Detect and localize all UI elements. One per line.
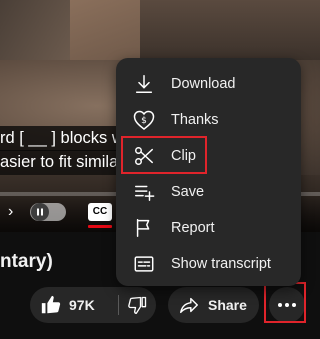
transcript-icon <box>132 252 156 276</box>
dislike-button[interactable] <box>120 287 156 323</box>
menu-item-save[interactable]: Save <box>116 174 301 210</box>
autoplay-toggle[interactable] <box>30 203 66 221</box>
menu-item-clip[interactable]: Clip <box>116 138 301 174</box>
thanks-heart-dollar-icon: $ <box>132 108 156 132</box>
menu-item-label: Clip <box>171 148 196 164</box>
scissors-icon <box>132 144 156 168</box>
add-to-playlist-icon <box>132 180 156 204</box>
menu-item-show-transcript[interactable]: Show transcript <box>116 246 301 282</box>
menu-item-label: Show transcript <box>171 256 271 272</box>
video-frame-wall <box>140 0 320 60</box>
like-divider <box>118 295 119 315</box>
menu-item-label: Report <box>171 220 215 236</box>
thumbs-up-icon <box>41 295 61 314</box>
caption-line-1: rd [ __ ] blocks w <box>0 126 127 151</box>
caption-line-2: asier to fit simila <box>0 150 122 175</box>
video-title: ntary) <box>0 251 53 272</box>
menu-item-label: Save <box>171 184 205 200</box>
menu-item-label: Download <box>171 76 236 92</box>
more-horizontal-icon <box>278 303 296 307</box>
like-button[interactable]: 97K <box>30 287 112 323</box>
more-actions-menu: Download $ Thanks Clip Save Report Show … <box>116 58 301 286</box>
share-arrow-icon <box>180 297 198 314</box>
menu-item-label: Thanks <box>171 112 219 128</box>
menu-item-download[interactable]: Download <box>116 66 301 102</box>
share-button[interactable]: Share <box>168 287 259 323</box>
menu-item-thanks[interactable]: $ Thanks <box>116 102 301 138</box>
like-count: 97K <box>69 297 95 313</box>
pause-icon <box>31 203 49 221</box>
thumbs-down-icon <box>128 296 147 314</box>
more-actions-button[interactable] <box>269 287 305 323</box>
svg-text:$: $ <box>141 116 147 126</box>
closed-captions-button[interactable]: CC <box>88 203 112 221</box>
next-chevron-icon[interactable]: › <box>8 200 22 224</box>
video-frame-wall <box>70 0 140 60</box>
flag-icon <box>132 216 156 240</box>
download-icon <box>132 72 156 96</box>
cc-active-indicator <box>88 225 112 228</box>
like-dislike-group: 97K <box>30 287 156 323</box>
share-label: Share <box>208 297 247 313</box>
menu-item-report[interactable]: Report <box>116 210 301 246</box>
